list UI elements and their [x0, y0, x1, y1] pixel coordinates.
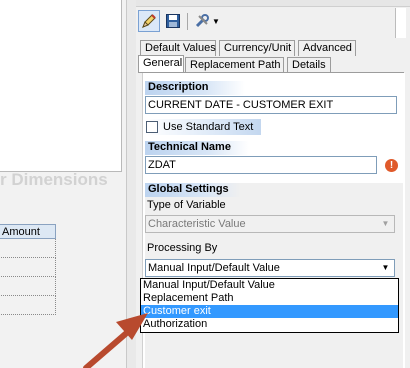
- type-of-variable-select: Characteristic Value ▼: [145, 215, 395, 233]
- dimensions-watermark: r Dimensions: [0, 170, 108, 189]
- option-authorization[interactable]: Authorization: [141, 318, 398, 331]
- toolbar-separator: [187, 13, 188, 30]
- option-manual-input[interactable]: Manual Input/Default Value: [141, 279, 398, 292]
- tab-details[interactable]: Details: [287, 57, 331, 73]
- table-row: [0, 239, 56, 258]
- type-of-variable-label: Type of Variable: [147, 199, 226, 211]
- tab-advanced[interactable]: Advanced: [298, 40, 356, 56]
- designer-area: r Dimensions Amount: [0, 0, 126, 368]
- processing-by-value: Manual Input/Default Value: [148, 262, 280, 274]
- panel-top-strip: [136, 0, 410, 7]
- table-row: [0, 277, 56, 296]
- use-standard-text-label: Use Standard Text: [163, 121, 254, 133]
- chevron-down-icon[interactable]: ▼: [378, 261, 393, 275]
- option-replacement-path[interactable]: Replacement Path: [141, 292, 398, 305]
- tab-default-values[interactable]: Default Values: [140, 40, 216, 56]
- tab-label: Advanced: [303, 42, 352, 54]
- processing-by-select[interactable]: Manual Input/Default Value ▼: [145, 259, 395, 277]
- tools-icon: [195, 14, 210, 28]
- error-icon: !: [385, 159, 398, 172]
- global-settings-header: Global Settings: [145, 183, 241, 197]
- tab-currency-unit[interactable]: Currency/Unit: [219, 40, 295, 56]
- save-button[interactable]: [162, 10, 184, 32]
- designer-canvas: [0, 0, 122, 172]
- description-header: Description: [145, 81, 245, 95]
- table-row: [0, 258, 56, 277]
- tab-label: General: [143, 57, 183, 69]
- technical-name-header: Technical Name: [145, 141, 249, 155]
- tab-general[interactable]: General: [138, 55, 184, 73]
- pencil-icon: [142, 14, 156, 28]
- table-row: [0, 296, 56, 315]
- tab-label: Details: [292, 59, 326, 71]
- chevron-down-icon: ▼: [212, 16, 220, 26]
- edit-button[interactable]: [138, 10, 160, 32]
- tab-label: Currency/Unit: [224, 42, 292, 54]
- chevron-down-icon: ▼: [381, 219, 390, 228]
- processing-by-options: Manual Input/Default Value Replacement P…: [140, 278, 399, 333]
- tab-replacement-path[interactable]: Replacement Path: [185, 57, 284, 73]
- toolbar: ▼: [138, 8, 406, 38]
- amount-column-header: Amount: [0, 224, 56, 239]
- technical-name-field[interactable]: ZDAT: [145, 156, 377, 174]
- tools-menu-button[interactable]: ▼: [192, 10, 222, 32]
- type-of-variable-value: Characteristic Value: [148, 218, 246, 230]
- panel-edge: [395, 8, 406, 38]
- processing-by-label: Processing By: [147, 242, 218, 254]
- description-field[interactable]: CURRENT DATE - CUSTOMER EXIT: [145, 96, 397, 114]
- tab-label: Default Values: [145, 42, 216, 54]
- use-standard-text-checkbox[interactable]: [146, 121, 158, 133]
- tab-label: Replacement Path: [190, 59, 281, 71]
- option-customer-exit[interactable]: Customer exit: [141, 305, 398, 318]
- save-icon: [166, 14, 180, 28]
